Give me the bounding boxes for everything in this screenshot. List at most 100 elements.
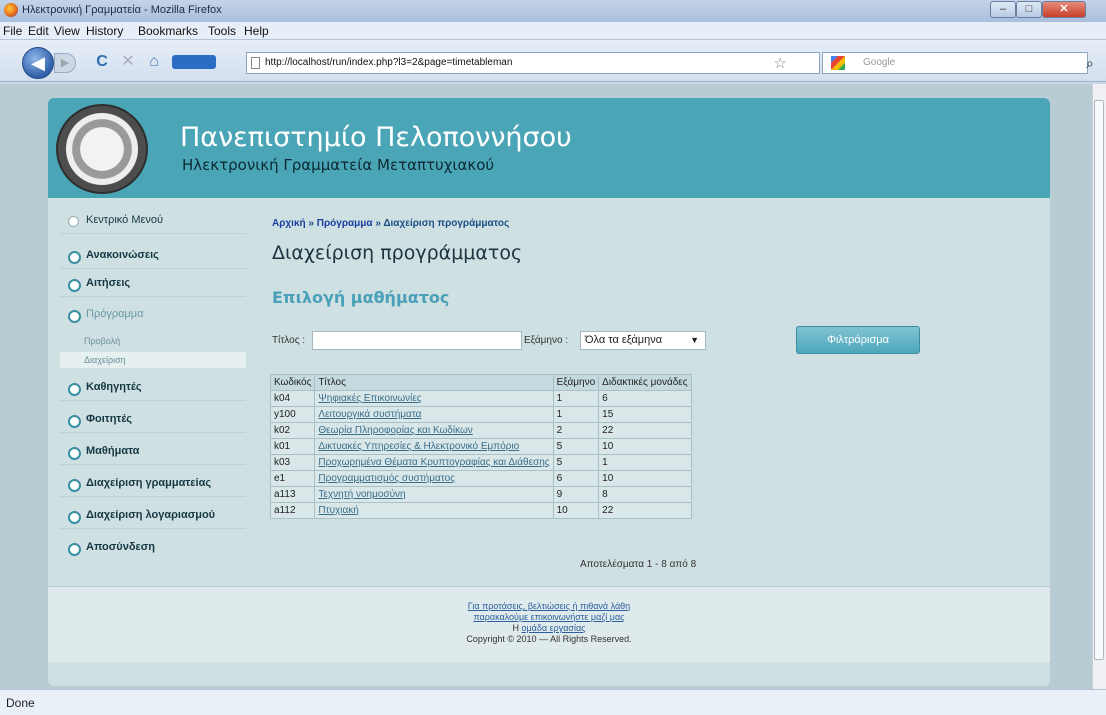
cell-semester: 10 <box>552 502 600 519</box>
menu-view[interactable]: View <box>54 24 80 38</box>
search-placeholder: Google <box>863 57 896 68</box>
menu-bookmarks[interactable]: Bookmarks <box>138 24 198 38</box>
cell-semester: 2 <box>552 422 600 439</box>
title-filter-input[interactable] <box>312 331 522 350</box>
course-link[interactable]: Προχωρημένα Θέματα Κρυπτογραφίας και Διά… <box>318 457 549 468</box>
reload-icon[interactable]: C <box>92 52 112 72</box>
bullet-icon <box>68 216 79 227</box>
home-icon[interactable]: ⌂ <box>144 52 164 72</box>
filter-button[interactable]: Φιλτράρισμα <box>796 326 920 354</box>
menu-file[interactable]: File <box>3 24 22 38</box>
bookmark-toolbar-icon[interactable] <box>172 55 216 69</box>
table-row: k03 Προχωρημένα Θέματα Κρυπτογραφίας και … <box>269 454 692 471</box>
table-row: k02 Θεωρία Πληροφορίας και Κωδίκων 2 22 <box>269 422 692 439</box>
url-bar[interactable]: http://localhost/run/index.php?l3=2&page… <box>246 52 820 74</box>
cell-code: k02 <box>269 422 316 439</box>
bullet-icon <box>68 543 81 556</box>
table-row: k04 Ψηφιακές Επικοινωνίες 1 6 <box>269 390 692 407</box>
cell-semester: 1 <box>552 390 600 407</box>
stop-icon[interactable]: ✕ <box>118 52 138 72</box>
course-link[interactable]: Θεωρία Πληροφορίας και Κωδίκων <box>318 425 472 436</box>
results-count: Αποτελέσματα 1 - 8 από 8 <box>580 559 697 570</box>
semester-select-value: Όλα τα εξάμηνα <box>585 334 663 346</box>
cell-title: Τεχνητή νοημοσύνη <box>314 486 554 503</box>
menu-help[interactable]: Help <box>244 24 269 38</box>
cell-semester: 9 <box>552 486 600 503</box>
close-button[interactable]: ✕ <box>1042 1 1086 18</box>
course-link[interactable]: Τεχνητή νοημοσύνη <box>318 489 405 500</box>
breadcrumb-separator: » <box>375 218 381 229</box>
sidebar-subitem-manage[interactable]: Διαχείριση <box>84 355 126 365</box>
col-header-title: Τίτλος <box>314 374 554 391</box>
cell-code: y100 <box>269 406 316 423</box>
back-button[interactable]: ◀ <box>22 47 54 79</box>
menu-history[interactable]: History <box>86 24 123 38</box>
sidebar-item-main-menu[interactable]: Κεντρικό Μενού <box>60 208 246 234</box>
feedback-link[interactable]: Για προτάσεις, βελτιώσεις ή πιθανά λάθη <box>468 601 630 611</box>
university-logo <box>56 104 148 194</box>
breadcrumb-program[interactable]: Πρόγραμμα <box>317 218 373 229</box>
contact-link[interactable]: παρακαλούμε επικοινωνήστε μαζί μας <box>473 612 624 622</box>
menu-bar: File Edit View History Bookmarks Tools H… <box>0 22 1106 40</box>
team-link[interactable]: ομάδα εργασίας <box>521 623 585 633</box>
cell-units: 22 <box>598 502 692 519</box>
sidebar-item-students[interactable]: Φοιτητές <box>60 407 246 433</box>
menu-tools[interactable]: Tools <box>208 24 236 38</box>
sidebar-item-logout[interactable]: Αποσύνδεση <box>60 535 246 561</box>
footer-line-1: Για προτάσεις, βελτιώσεις ή πιθανά λάθη <box>48 601 1050 611</box>
sidebar-item-professors[interactable]: Καθηγητές <box>60 375 246 401</box>
bullet-icon <box>68 511 81 524</box>
sidebar-item-announcements[interactable]: Ανακοινώσεις <box>60 243 246 269</box>
maximize-button[interactable]: □ <box>1016 1 1042 18</box>
sidebar-item-courses[interactable]: Μαθήματα <box>60 439 246 465</box>
bullet-icon <box>68 479 81 492</box>
sidebar-item-program[interactable]: Πρόγραμμα <box>60 302 246 328</box>
search-bar[interactable]: Google <box>822 52 1088 74</box>
bullet-icon <box>68 279 81 292</box>
star-icon[interactable]: ☆ <box>774 54 787 72</box>
table-row: y100 Λειτουργικά συστήματα 1 15 <box>269 406 692 423</box>
url-text: http://localhost/run/index.php?l3=2&page… <box>265 57 513 68</box>
sidebar-item-requests[interactable]: Αιτήσεις <box>60 271 246 297</box>
search-go-icon[interactable]: ⌕ <box>1086 55 1094 72</box>
site-footer: Για προτάσεις, βελτιώσεις ή πιθανά λάθη … <box>48 586 1050 662</box>
sidebar-subitem-view[interactable]: Προβολή <box>84 336 120 346</box>
minimize-button[interactable]: – <box>990 1 1016 18</box>
col-header-code: Κωδικός <box>269 374 316 391</box>
cell-title: Δικτυακές Υπηρεσίες & Ηλεκτρονικό Εμπόρι… <box>314 438 554 455</box>
status-bar: Done <box>0 689 1106 715</box>
course-link[interactable]: Δικτυακές Υπηρεσίες & Ηλεκτρονικό Εμπόρι… <box>318 441 519 452</box>
courses-table: Κωδικός Τίτλος Εξάμηνο Διδακτικές μονάδε… <box>269 374 692 519</box>
copyright-text: Copyright © 2010 — All Rights Reserved. <box>466 634 632 644</box>
course-link[interactable]: Ψηφιακές Επικοινωνίες <box>318 393 421 404</box>
table-row: a113 Τεχνητή νοημοσύνη 9 8 <box>269 486 692 503</box>
footer-line-2: παρακαλούμε επικοινωνήστε μαζί μας <box>48 612 1050 622</box>
course-link[interactable]: Λειτουργικά συστήματα <box>318 409 421 420</box>
forward-button[interactable]: ▶ <box>54 53 76 73</box>
breadcrumb-home[interactable]: Αρχική <box>272 218 306 229</box>
sidebar-item-secretariat-admin[interactable]: Διαχείριση γραμματείας <box>60 471 246 497</box>
semester-select[interactable]: Όλα τα εξάμηνα ▼ <box>580 331 706 350</box>
bullet-icon <box>68 310 81 323</box>
bullet-icon <box>68 415 81 428</box>
cell-title: Προγραμματισμός συστήματος <box>314 470 554 487</box>
cell-title: Προχωρημένα Θέματα Κρυπτογραφίας και Διά… <box>314 454 554 471</box>
sidebar-item-account-admin[interactable]: Διαχείριση λογαριασμού <box>60 503 246 529</box>
course-link[interactable]: Προγραμματισμός συστήματος <box>318 473 455 484</box>
course-link[interactable]: Πτυχιακή <box>318 505 358 516</box>
scrollbar-thumb[interactable] <box>1094 100 1104 660</box>
menu-edit[interactable]: Edit <box>28 24 49 38</box>
cell-title: Θεωρία Πληροφορίας και Κωδίκων <box>314 422 554 439</box>
col-header-semester: Εξάμηνο <box>552 374 600 391</box>
col-header-units: Διδακτικές μονάδες <box>598 374 692 391</box>
table-header-row: Κωδικός Τίτλος Εξάμηνο Διδακτικές μονάδε… <box>269 374 692 391</box>
cell-code: e1 <box>269 470 316 487</box>
cell-code: k04 <box>269 390 316 407</box>
bullet-icon <box>68 383 81 396</box>
status-text: Done <box>6 696 35 710</box>
cell-units: 6 <box>598 390 692 407</box>
google-icon[interactable] <box>831 56 845 70</box>
window-title: Ηλεκτρονική Γραμματεία - Mozilla Firefox <box>22 4 222 16</box>
cell-semester: 1 <box>552 406 600 423</box>
cell-units: 1 <box>598 454 692 471</box>
